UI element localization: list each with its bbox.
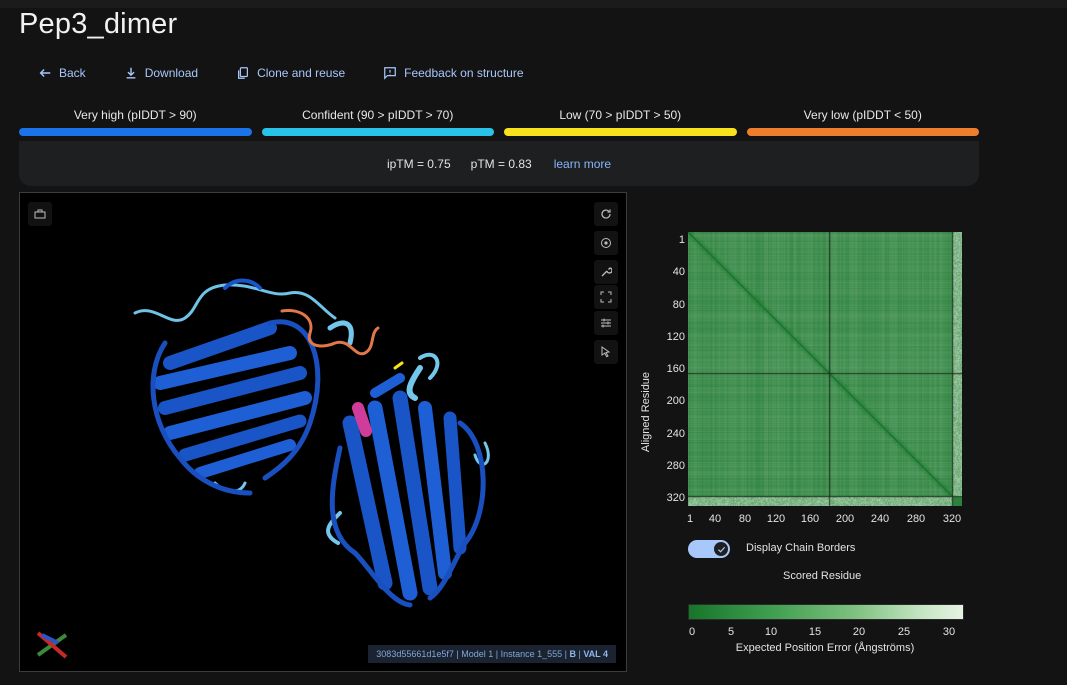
legend-very-high: Very high (pIDDT > 90) [19,108,252,136]
learn-more-link[interactable]: learn more [554,157,611,171]
y-tick-label: 80 [672,299,685,311]
protein-structure [133,278,490,608]
colorbar-tick: 0 [688,626,696,638]
feedback-icon [383,66,397,80]
y-tick-label: 1 [678,234,685,246]
legend-bar [746,128,979,136]
clone-and-reuse-button[interactable]: Clone and reuse [236,66,345,80]
y-tick-label: 160 [666,363,685,375]
y-tick-label: 240 [666,428,685,440]
x-tick-label: 120 [766,513,786,525]
x-tick-label: 80 [738,513,752,525]
top-strip [0,0,1067,8]
download-button[interactable]: Download [124,66,198,80]
colorbar-tick: 15 [808,626,822,638]
y-tick-label: 40 [672,266,685,278]
x-tick-label: 1 [686,513,694,525]
colorbar-tick: 25 [897,626,911,638]
legend-low: Low (70 > pIDDT > 50) [504,108,737,136]
copy-icon [236,66,250,80]
iptm-value: ipTM = 0.75 [386,156,451,171]
legend-bar [504,128,737,136]
x-axis-label: Scored Residue [783,570,862,582]
colorbar-tick: 20 [852,626,866,638]
x-tick-label: 200 [835,513,855,525]
legend-bar [261,128,494,136]
axes-gizmo [36,631,68,659]
y-tick-label: 280 [666,460,685,472]
legend-bar [19,128,252,136]
back-button[interactable]: Back [38,66,86,80]
y-tick-label: 120 [666,331,685,343]
x-tick-label: 240 [870,513,890,525]
x-tick-label: 280 [906,513,926,525]
arrow-left-icon [38,66,52,80]
page-title: Pep3_dimer [19,8,178,40]
confidence-metrics: ipTM = 0.75 pTM = 0.83 learn more [19,141,979,186]
colorbar-label: Expected Position Error (Ångströms) [735,642,915,654]
pae-heatmap[interactable] [688,232,962,506]
download-icon [124,66,138,80]
colorbar-tick: 30 [942,626,956,638]
action-bar: Back Download Clone and reuse Feedback o… [38,66,562,80]
check-icon [714,542,728,556]
colorbar-tick: 5 [727,626,735,638]
colorbar-tick: 10 [764,626,778,638]
legend-confident: Confident (90 > pIDDT > 70) [261,108,494,136]
x-tick-label: 320 [942,513,962,525]
y-axis-label: Aligned Residue [640,371,652,453]
chain-borders-toggle[interactable] [688,540,730,558]
selection-info: 3083d55661d1e5f7 | Model 1 | Instance 1_… [368,645,616,663]
plddt-legend: Very high (pIDDT > 90) Confident (90 > p… [19,108,979,136]
colorbar [688,604,964,620]
chain-borders-label: Display Chain Borders [746,542,856,554]
feedback-button[interactable]: Feedback on structure [383,66,524,80]
legend-very-low: Very low (pIDDT < 50) [746,108,979,136]
y-tick-label: 320 [666,492,685,504]
x-tick-label: 40 [708,513,722,525]
structure-viewer[interactable]: 3083d55661d1e5f7 | Model 1 | Instance 1_… [19,192,627,672]
ptm-value: pTM = 0.83 [470,156,532,171]
x-tick-label: 160 [800,513,820,525]
y-tick-label: 200 [666,395,685,407]
